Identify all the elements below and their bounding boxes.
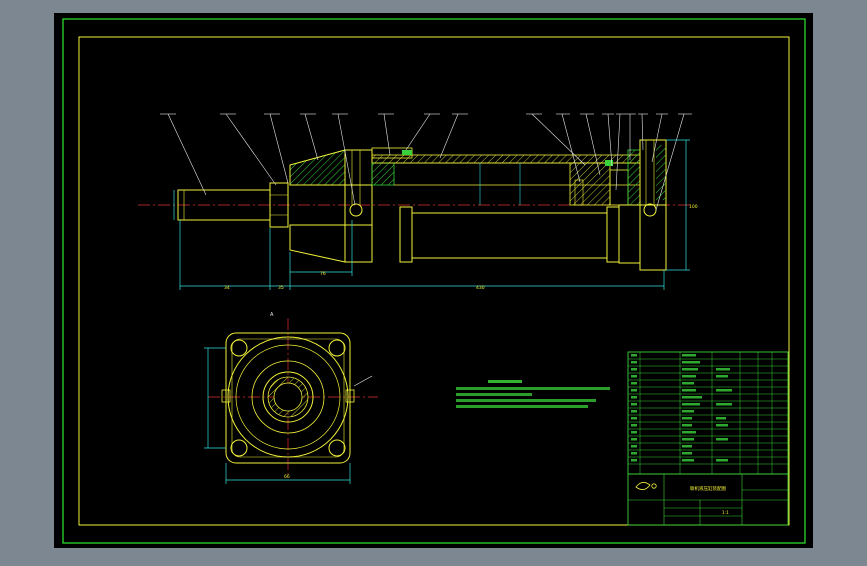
view-marker-label: A (270, 312, 274, 318)
drawing-scale: 1:1 (722, 510, 729, 515)
dim-overall-length: 430 (476, 285, 485, 291)
notes-line-1-glyphs (456, 387, 610, 390)
cad-viewport[interactable]: 34 35 430 76 100 A 66 联机液压缸装配图 1:1 (0, 0, 867, 562)
dim-stroke-partial: 76 (320, 271, 326, 277)
dim-front-width: 66 (284, 474, 290, 480)
dim-end-height: 100 (689, 204, 698, 210)
drawing-sheet (54, 13, 813, 548)
notes-line-2-glyphs (456, 393, 532, 396)
piston (569, 162, 611, 206)
notes-heading-glyphs (488, 380, 522, 383)
rear-cap-side-hatch (656, 145, 666, 200)
rod-circle (273, 382, 303, 412)
seal-upper (402, 150, 412, 155)
dim-left-part: 34 (224, 285, 230, 291)
dim-shoulder: 35 (278, 285, 284, 291)
drawing-canvas[interactable]: 34 35 430 76 100 A 66 联机液压缸装配图 1:1 (0, 0, 867, 562)
notes-line-3-glyphs (456, 399, 596, 402)
notes-line-4-glyphs (456, 405, 588, 408)
drawing-title: 联机液压缸装配图 (690, 485, 726, 492)
guide-sleeve-hatch (371, 162, 395, 186)
